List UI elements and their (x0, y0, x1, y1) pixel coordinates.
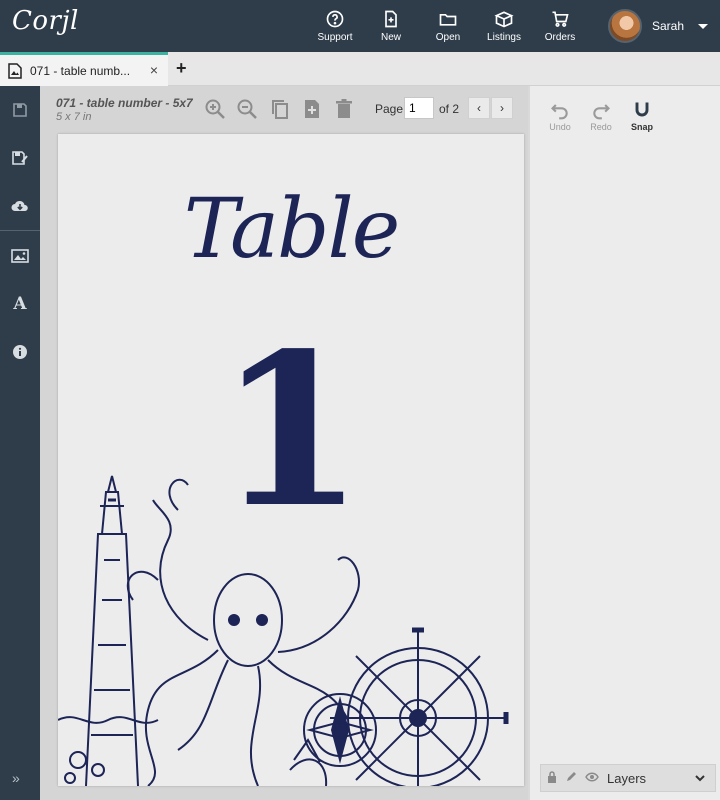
tab-document[interactable]: 071 - table numb... × (0, 52, 168, 86)
pencil-icon[interactable] (565, 771, 577, 786)
redo-button[interactable]: Redo (581, 100, 621, 132)
save-as-icon[interactable] (10, 148, 30, 168)
chevron-down-icon (698, 23, 708, 29)
previous-page-button[interactable]: ‹ (468, 97, 490, 119)
open-button[interactable]: Open (433, 0, 463, 52)
compass-drawing (303, 693, 377, 767)
undo-label: Undo (549, 122, 571, 132)
snap-label: Snap (630, 122, 653, 132)
zoom-out-icon[interactable] (236, 98, 258, 120)
next-page-button[interactable]: › (491, 97, 513, 119)
sidebar-divider (0, 230, 40, 231)
tab-label: 071 - table numb... (30, 63, 131, 78)
zoom-in-icon[interactable] (204, 98, 226, 120)
chevron-right-icon: › (500, 101, 504, 115)
user-name: Sarah (651, 19, 684, 33)
canvas-workspace: 071 - table number - 5x7 5 x 7 in Page o… (40, 86, 528, 800)
add-page-icon[interactable] (301, 98, 323, 120)
download-cloud-icon[interactable] (10, 196, 30, 216)
text-tool-icon[interactable]: A (10, 294, 30, 314)
close-icon[interactable]: × (150, 62, 158, 78)
shells-drawing (58, 716, 328, 786)
lighthouse-drawing (85, 475, 139, 786)
octopus-drawing (126, 478, 360, 786)
document-size: 5 x 7 in (56, 111, 92, 123)
document-tab-bar: 071 - table numb... × + (0, 52, 720, 86)
undo-button[interactable]: Undo (540, 100, 580, 132)
duplicate-page-icon[interactable] (269, 98, 291, 120)
image-file-icon (8, 62, 22, 79)
top-navigation-bar: Corjl Support New Open Listings Orders S… (0, 0, 720, 52)
left-toolbar: A » (0, 86, 40, 800)
info-icon[interactable] (10, 342, 30, 362)
magnet-icon (635, 102, 649, 117)
question-circle-icon (326, 10, 344, 28)
save-icon[interactable] (10, 100, 30, 120)
page-number-input[interactable] (404, 97, 434, 119)
redo-label: Redo (590, 122, 612, 132)
nautical-illustration[interactable] (58, 470, 524, 786)
page-label: Page (375, 102, 404, 116)
new-label: New (380, 32, 401, 43)
folder-icon (439, 14, 457, 26)
orders-button[interactable]: Orders (543, 0, 577, 52)
table-heading-text[interactable]: Table (58, 182, 524, 277)
listings-label: Listings (487, 32, 521, 43)
image-icon[interactable] (10, 246, 30, 266)
new-file-icon (385, 10, 397, 28)
box-icon (494, 11, 514, 28)
trash-icon[interactable] (333, 98, 355, 120)
design-page[interactable]: Table 1 (58, 134, 524, 786)
right-panel: Undo Redo Snap Layers (528, 86, 720, 800)
page-count: of 2 (439, 102, 460, 116)
chevron-down-icon (695, 775, 705, 782)
app-logo[interactable]: Corjl (12, 6, 79, 36)
redo-icon (593, 104, 610, 120)
layers-panel-toggle[interactable]: Layers (540, 764, 716, 792)
eye-icon[interactable] (585, 772, 599, 785)
add-tab-button[interactable]: + (176, 58, 187, 79)
open-label: Open (435, 32, 461, 43)
snap-button[interactable]: Snap (622, 100, 662, 132)
cart-icon (552, 11, 569, 27)
document-title: 071 - table number - 5x7 (56, 96, 193, 110)
user-menu[interactable]: Sarah (607, 8, 708, 44)
orders-label: Orders (544, 32, 576, 43)
listings-button[interactable]: Listings (485, 0, 523, 52)
support-label: Support (317, 32, 353, 43)
layers-label: Layers (607, 770, 647, 786)
avatar (607, 9, 642, 43)
expand-sidebar-icon[interactable]: » (12, 770, 20, 786)
chevron-left-icon: ‹ (477, 101, 481, 115)
lock-icon[interactable] (547, 770, 557, 786)
support-button[interactable]: Support (317, 0, 353, 52)
undo-icon (551, 104, 568, 120)
new-button[interactable]: New (377, 0, 405, 52)
